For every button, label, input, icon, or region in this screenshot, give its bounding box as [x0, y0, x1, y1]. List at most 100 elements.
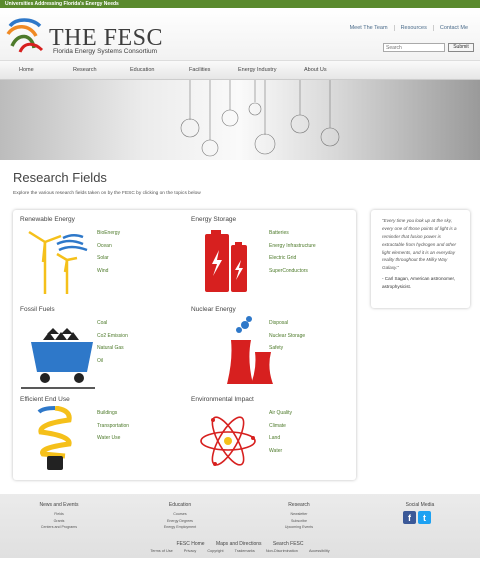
fesc-swirl-logo-icon [6, 18, 44, 53]
link-electric-grid[interactable]: Electric Grid [269, 255, 316, 268]
category-title[interactable]: Renewable Energy [20, 216, 75, 223]
footer-link[interactable]: Subscribe [269, 518, 329, 525]
page-title: Research Fields [13, 170, 107, 185]
nav-about-us[interactable]: About Us [304, 67, 327, 73]
footer-link-terms[interactable]: Terms of Use [150, 549, 172, 553]
footer-link[interactable]: Energy Employment [150, 524, 210, 531]
footer-heading: Social Media [405, 502, 435, 508]
page-intro: Explore the various research fields take… [13, 191, 201, 196]
site-header: THE FESC Florida Energy Systems Consorti… [0, 8, 480, 60]
cfl-bulb-icon[interactable] [35, 406, 75, 476]
link-wind[interactable]: Wind [97, 268, 120, 281]
footer-primary-links: FESC Home Maps and Directions Search FES… [0, 541, 480, 547]
footer-link-search[interactable]: Search FESC [273, 541, 304, 547]
footer-col-news: News and Events Fields Grants Centers an… [29, 502, 89, 531]
footer-col-education: Education Courses Energy Degrees Energy … [150, 502, 210, 531]
footer-link-home[interactable]: FESC Home [177, 541, 205, 547]
research-fields-panel: Renewable Energy BioEnergy Ocean Solar W… [13, 210, 356, 480]
category-renewable-energy: Renewable Energy [20, 216, 75, 223]
footer-link[interactable]: Grants [29, 518, 89, 525]
link-buildings[interactable]: Buildings [97, 410, 129, 423]
footer-link[interactable]: Fields [29, 511, 89, 518]
link-energy-infrastructure[interactable]: Energy Infrastructure [269, 243, 316, 256]
footer-heading: News and Events [39, 502, 79, 508]
twitter-icon[interactable]: t [418, 511, 431, 524]
renewable-links: BioEnergy Ocean Solar Wind [97, 230, 120, 281]
category-fossil-fuels: Fossil Fuels [20, 306, 55, 313]
link-solar[interactable]: Solar [97, 255, 120, 268]
link-disposal[interactable]: Disposal [269, 320, 305, 333]
link-nuclear-storage[interactable]: Nuclear Storage [269, 333, 305, 346]
coal-cart-icon[interactable] [21, 328, 95, 390]
category-title[interactable]: Environmental Impact [191, 396, 254, 403]
footer-link[interactable]: Energy Degrees [150, 518, 210, 525]
nuclear-links: Disposal Nuclear Storage Safety [269, 320, 305, 358]
link-superconductors[interactable]: SuperConductors [269, 268, 316, 281]
link-transportation[interactable]: Transportation [97, 423, 129, 436]
storage-links: Batteries Energy Infrastructure Electric… [269, 230, 316, 281]
category-energy-storage: Energy Storage [191, 216, 236, 223]
nav-research[interactable]: Research [73, 67, 97, 73]
link-safety[interactable]: Safety [269, 345, 305, 358]
category-title[interactable]: Energy Storage [191, 216, 236, 223]
header-link-contact[interactable]: Contact Me [432, 25, 474, 31]
hero-banner-lightbulbs [0, 80, 480, 160]
search-submit-button[interactable]: Submit [448, 43, 474, 52]
category-title[interactable]: Nuclear Energy [191, 306, 236, 313]
header-link-team[interactable]: Meet The Team [344, 25, 394, 31]
footer-link-accessibility[interactable]: Accessibility [309, 549, 330, 553]
category-nuclear-energy: Nuclear Energy [191, 306, 236, 313]
nav-energy-industry[interactable]: Energy Industry [238, 67, 277, 73]
footer-link[interactable]: Centers and Programs [29, 524, 89, 531]
footer-link-trademarks[interactable]: Trademarks [235, 549, 255, 553]
footer-link-maps[interactable]: Maps and Directions [216, 541, 262, 547]
footer-link[interactable]: Upcoming Events [269, 524, 329, 531]
header-links: Meet The Team Resources Contact Me [344, 25, 474, 31]
footer-col-social: Social Media [390, 502, 450, 511]
category-title[interactable]: Efficient End Use [20, 396, 70, 403]
link-natural-gas[interactable]: Natural Gas [97, 345, 128, 358]
link-ocean[interactable]: Ocean [97, 243, 120, 256]
social-icons: f t [403, 511, 431, 524]
environment-links: Air Quality Climate Land Water [269, 410, 292, 461]
link-co2-emission[interactable]: Co2 Emission [97, 333, 128, 346]
efficient-links: Buildings Transportation Water Use [97, 410, 129, 448]
site-footer: News and Events Fields Grants Centers an… [0, 494, 480, 558]
link-oil[interactable]: Oil [97, 358, 128, 371]
search-input[interactable] [383, 43, 445, 52]
footer-heading: Research [288, 502, 310, 508]
search-form: Submit [383, 43, 474, 52]
site-logo[interactable]: THE FESC Florida Energy Systems Consorti… [6, 16, 166, 58]
atom-icon[interactable] [199, 410, 257, 472]
footer-link-copyright[interactable]: Copyright [207, 549, 223, 553]
main-nav: Home Research Education Facilities Energ… [0, 60, 480, 80]
nav-education[interactable]: Education [130, 67, 154, 73]
footer-col-research: Research Newsletter Subscribe Upcoming E… [269, 502, 329, 531]
facebook-icon[interactable]: f [403, 511, 416, 524]
nav-home[interactable]: Home [19, 67, 34, 73]
footer-link-nondiscrimination[interactable]: Non-Discrimination [266, 549, 298, 553]
link-climate[interactable]: Climate [269, 423, 292, 436]
category-efficient-end-use: Efficient End Use [20, 396, 70, 403]
link-batteries[interactable]: Batteries [269, 230, 316, 243]
link-bioenergy[interactable]: BioEnergy [97, 230, 120, 243]
quote-text: "Every time you look up at the sky, ever… [382, 218, 457, 271]
footer-link-privacy[interactable]: Privacy [184, 549, 196, 553]
footer-link[interactable]: Newsletter [269, 511, 329, 518]
link-air-quality[interactable]: Air Quality [269, 410, 292, 423]
wind-turbine-icon[interactable] [21, 228, 91, 296]
footer-legal-links: Terms of Use Privacy Copyright Trademark… [0, 549, 480, 553]
top-tagline-bar: Universities Addressing Florida's Energy… [0, 0, 480, 8]
quote-author: - Carl Sagan, American astronomer, astro… [382, 276, 456, 289]
link-land[interactable]: Land [269, 435, 292, 448]
header-link-resources[interactable]: Resources [393, 25, 433, 31]
battery-icon[interactable] [203, 230, 253, 294]
footer-link[interactable]: Courses [150, 511, 210, 518]
link-water[interactable]: Water [269, 448, 292, 461]
link-water-use[interactable]: Water Use [97, 435, 129, 448]
footer-heading: Education [168, 502, 192, 508]
category-title[interactable]: Fossil Fuels [20, 306, 55, 313]
lightbulbs-illustration [180, 80, 340, 157]
link-coal[interactable]: Coal [97, 320, 128, 333]
nav-facilities[interactable]: Facilities [189, 67, 210, 73]
